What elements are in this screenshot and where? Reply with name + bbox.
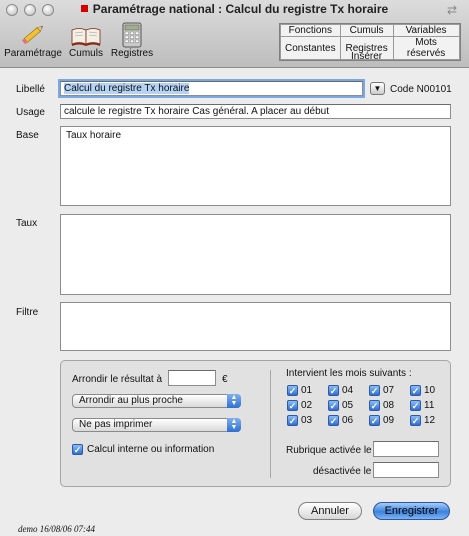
deactivated-label: désactivée le [313, 466, 372, 477]
insert-cumuls-button[interactable]: Cumuls [339, 24, 394, 37]
activated-date-field[interactable] [373, 441, 439, 457]
insert-variables-button[interactable]: Variables [392, 24, 460, 37]
month-03-checkbox[interactable]: ✓ [287, 415, 298, 426]
libelle-label: Libellé [16, 84, 45, 95]
month-03-label: 03 [301, 415, 313, 426]
month-08-checkbox[interactable]: ✓ [369, 400, 380, 411]
month-08-label: 08 [383, 400, 395, 411]
month-04-checkbox[interactable]: ✓ [328, 385, 339, 396]
deactivated-date-field[interactable] [373, 462, 439, 478]
rounding-select[interactable]: Arrondir au plus proche ▲ ▼ [72, 394, 241, 408]
month-12-label: 12 [424, 415, 436, 426]
book-icon [68, 22, 104, 48]
month-07-checkbox[interactable]: ✓ [369, 385, 380, 396]
month-02-checkbox[interactable]: ✓ [287, 400, 298, 411]
print-select[interactable]: Ne pas imprimer ▲ ▼ [72, 418, 241, 432]
month-07-label: 07 [383, 385, 395, 396]
usage-field[interactable]: calcule le registre Tx horaire Cas génér… [60, 104, 451, 119]
insert-fonctions-button[interactable]: Fonctions [280, 24, 341, 37]
base-textarea[interactable]: Taux horaire [60, 126, 451, 206]
round-value-field[interactable] [168, 370, 216, 386]
month-10-label: 10 [424, 385, 436, 396]
toolbar-toggle-icon[interactable]: ⇄ [447, 3, 457, 17]
taux-label: Taux [16, 218, 38, 229]
month-10-checkbox[interactable]: ✓ [410, 385, 421, 396]
libelle-menu-button[interactable]: ▼ [370, 82, 385, 95]
toolbar-cumuls-button[interactable]: Cumuls [68, 22, 104, 59]
insert-constantes-button[interactable]: Constantes [280, 36, 341, 60]
pencil-icon [4, 22, 62, 48]
code-label: Code N00101 [390, 84, 452, 95]
calculator-icon [110, 22, 154, 48]
month-05-checkbox[interactable]: ✓ [328, 400, 339, 411]
title-toolbar: Paramétrage national : Calcul du registr… [0, 0, 469, 68]
month-01-label: 01 [301, 385, 313, 396]
insert-label: Insérer [351, 51, 383, 62]
window: Paramétrage national : Calcul du registr… [0, 0, 469, 536]
activated-label: Rubrique activée le [286, 445, 372, 456]
filtre-textarea[interactable] [60, 302, 451, 351]
updown-arrows-icon: ▲ ▼ [227, 394, 241, 408]
month-06-checkbox[interactable]: ✓ [328, 415, 339, 426]
month-04-label: 04 [342, 385, 354, 396]
updown-arrows-icon: ▲ ▼ [227, 418, 241, 432]
month-11-label: 11 [424, 400, 435, 411]
month-01-checkbox[interactable]: ✓ [287, 385, 298, 396]
month-06-label: 06 [342, 415, 354, 426]
month-09-label: 09 [383, 415, 395, 426]
options-divider [270, 370, 271, 478]
internal-checkbox[interactable]: ✓ [72, 444, 83, 455]
month-05-label: 05 [342, 400, 354, 411]
insert-mots-reserves-button[interactable]: Mots réservés [392, 36, 460, 60]
internal-checkbox-label: Calcul interne ou information [87, 444, 215, 455]
month-12-checkbox[interactable]: ✓ [410, 415, 421, 426]
save-button[interactable]: Enregistrer [373, 502, 450, 520]
currency-label: € [222, 374, 228, 385]
month-02-label: 02 [301, 400, 313, 411]
libelle-field[interactable]: Calcul du registre Tx horaire [60, 81, 363, 96]
taux-textarea[interactable] [60, 214, 451, 295]
month-09-checkbox[interactable]: ✓ [369, 415, 380, 426]
toolbar-registres-button[interactable]: Registres [110, 22, 154, 59]
months-label: Intervient les mois suivants : [286, 368, 412, 379]
cancel-button[interactable]: Annuler [298, 502, 362, 520]
round-label: Arrondir le résultat à [72, 374, 163, 385]
window-title: Paramétrage national : Calcul du registr… [0, 2, 469, 16]
base-label: Base [16, 130, 39, 141]
toolbar-parametrage-button[interactable]: Paramétrage [4, 22, 62, 59]
filtre-label: Filtre [16, 307, 39, 318]
modified-dot-icon [80, 5, 88, 12]
footer-info: demo 16/08/06 07:44 [18, 524, 95, 534]
usage-label: Usage [16, 107, 45, 118]
month-11-checkbox[interactable]: ✓ [410, 400, 421, 411]
triangle-down-icon: ▼ [373, 84, 382, 93]
